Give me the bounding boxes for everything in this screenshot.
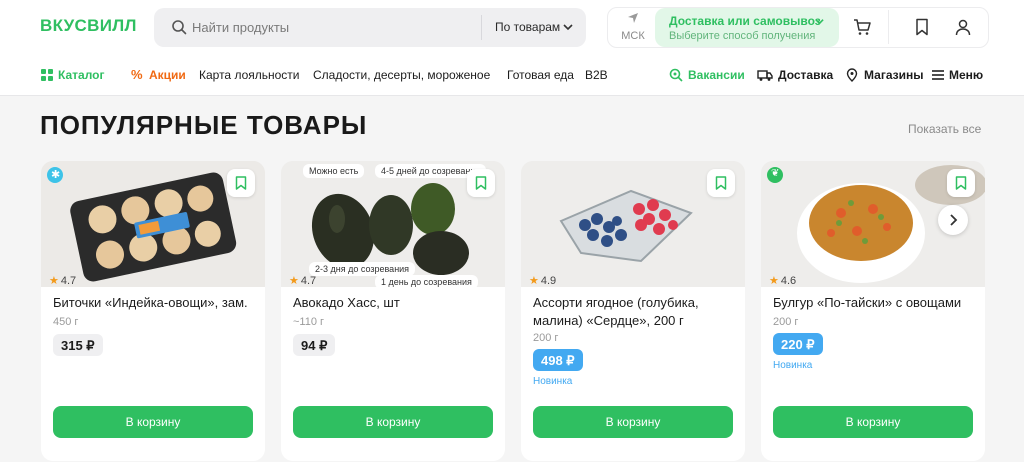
rating: ★ 4.7 xyxy=(49,274,76,287)
product-name[interactable]: Авокадо Хасс, шт xyxy=(293,294,493,312)
product-price: 498 ₽ xyxy=(533,349,583,371)
carousel-next-button[interactable] xyxy=(938,205,968,235)
chevron-down-icon[interactable] xyxy=(562,21,574,33)
delivery-selector[interactable]: Доставка или самовывоз Выберите способ п… xyxy=(655,8,839,47)
search-icon xyxy=(172,20,187,35)
nav-catalog[interactable]: Каталог xyxy=(58,68,105,82)
new-badge: Новинка xyxy=(773,360,813,371)
search-divider xyxy=(481,15,482,40)
product-weight: ~110 г xyxy=(293,316,325,328)
star-icon: ★ xyxy=(49,275,59,287)
ripeness-badge: 1 день до созревания xyxy=(375,275,478,289)
add-to-cart-button[interactable]: В корзину xyxy=(533,406,733,438)
jobs-search-icon xyxy=(669,68,683,82)
bookmark-icon xyxy=(955,176,967,190)
search-scope-select[interactable]: По товарам xyxy=(495,20,560,34)
star-icon: ★ xyxy=(289,275,299,287)
rating: ★ 4.9 xyxy=(529,274,556,287)
search-input[interactable]: Найти продукты xyxy=(192,20,289,35)
nav-b2b[interactable]: B2B xyxy=(585,68,608,82)
nav-ready-food[interactable]: Готовая еда xyxy=(507,68,574,82)
search-bar[interactable]: Найти продукты По товарам xyxy=(154,8,586,47)
header: ВКУСВИЛЛ Найти продукты По товарам МСК Д… xyxy=(0,0,1024,96)
nav-menu[interactable]: Меню xyxy=(949,68,983,82)
percent-icon: % xyxy=(131,67,143,82)
product-weight: 200 г xyxy=(533,332,559,344)
cart-button[interactable] xyxy=(842,8,882,47)
chevron-down-icon xyxy=(815,19,824,25)
bookmark-button[interactable] xyxy=(467,169,495,197)
frozen-icon: ✱ xyxy=(47,167,63,183)
product-weight: 200 г xyxy=(773,316,799,328)
product-image[interactable]: ✱ ★ 4.7 xyxy=(41,161,265,287)
product-weight: 450 г xyxy=(53,316,79,328)
catalog-grid-icon xyxy=(41,69,53,81)
product-card[interactable]: ★ 4.9 Ассорти ягодное (голубика, малина) … xyxy=(521,161,745,461)
bookmark-button[interactable] xyxy=(227,169,255,197)
nav-promo[interactable]: Акции xyxy=(149,68,186,82)
product-price: 220 ₽ xyxy=(773,333,823,355)
rating: ★ 4.6 xyxy=(769,274,796,287)
leaf-icon: ❦ xyxy=(767,167,783,183)
rating-value: 4.9 xyxy=(540,275,557,287)
star-icon: ★ xyxy=(529,275,539,287)
product-name[interactable]: Булгур «По-тайски» с овощами xyxy=(773,294,973,312)
map-pin-icon xyxy=(846,68,858,82)
add-to-cart-button[interactable]: В корзину xyxy=(773,406,973,438)
logo[interactable]: ВКУСВИЛЛ xyxy=(40,16,137,36)
nav-delivery[interactable]: Доставка xyxy=(778,68,833,82)
add-to-cart-button[interactable]: В корзину xyxy=(53,406,253,438)
star-icon: ★ xyxy=(769,275,779,287)
nav-stores[interactable]: Магазины xyxy=(864,68,923,82)
city-label: МСК xyxy=(621,30,645,42)
rating-value: 4.7 xyxy=(60,275,77,287)
rating: ★ 4.7 xyxy=(289,274,316,287)
bookmark-button[interactable] xyxy=(707,169,735,197)
divider xyxy=(888,10,889,44)
nav-loyalty-card[interactable]: Карта лояльности xyxy=(199,68,300,82)
truck-icon xyxy=(757,70,773,81)
new-badge: Новинка xyxy=(533,376,573,387)
bookmark-icon xyxy=(235,176,247,190)
delivery-title: Доставка или самовывоз xyxy=(669,14,821,28)
product-image[interactable]: Можно есть 4-5 дней до созревания 2-3 дн… xyxy=(281,161,505,289)
header-divider xyxy=(0,95,1024,96)
show-all-link[interactable]: Показать все xyxy=(908,122,981,136)
bookmark-icon xyxy=(916,18,928,36)
bookmark-icon xyxy=(475,176,487,190)
rating-value: 4.6 xyxy=(780,275,797,287)
delivery-subtitle: Выберите способ получения xyxy=(669,30,816,42)
main-nav: Каталог % Акции Карта лояльности Сладост… xyxy=(0,60,1024,90)
user-icon xyxy=(955,19,971,36)
ripeness-badge: Можно есть xyxy=(303,164,365,178)
product-card[interactable]: ✱ ★ 4.7 Биточки «Индейка-овощи», зам. 450… xyxy=(41,161,265,461)
rating-value: 4.7 xyxy=(300,275,317,287)
city-selector[interactable]: МСК xyxy=(616,12,650,44)
section-title: Популярные товары xyxy=(40,110,368,140)
product-image[interactable]: ★ 4.9 xyxy=(521,161,745,287)
product-card[interactable]: Можно есть 4-5 дней до созревания 2-3 дн… xyxy=(281,161,505,461)
menu-icon xyxy=(932,70,944,80)
favorites-button[interactable] xyxy=(902,8,942,47)
product-price: 94 ₽ xyxy=(293,334,336,356)
chevron-right-icon xyxy=(950,214,958,226)
nav-sweets[interactable]: Сладости, десерты, мороженое xyxy=(313,68,490,82)
page: ВКУСВИЛЛ Найти продукты По товарам МСК Д… xyxy=(0,0,1024,462)
cart-icon xyxy=(854,19,871,35)
product-price: 315 ₽ xyxy=(53,334,103,356)
profile-button[interactable] xyxy=(943,8,983,47)
product-name[interactable]: Ассорти ягодное (голубика, малина) «Серд… xyxy=(533,294,733,330)
bookmark-icon xyxy=(715,176,727,190)
location-arrow-icon xyxy=(628,13,638,23)
bookmark-button[interactable] xyxy=(947,169,975,197)
add-to-cart-button[interactable]: В корзину xyxy=(293,406,493,438)
product-name[interactable]: Биточки «Индейка-овощи», зам. xyxy=(53,294,253,312)
nav-jobs[interactable]: Вакансии xyxy=(688,68,745,82)
ripeness-badge: 2-3 дня до созревания xyxy=(309,262,416,276)
